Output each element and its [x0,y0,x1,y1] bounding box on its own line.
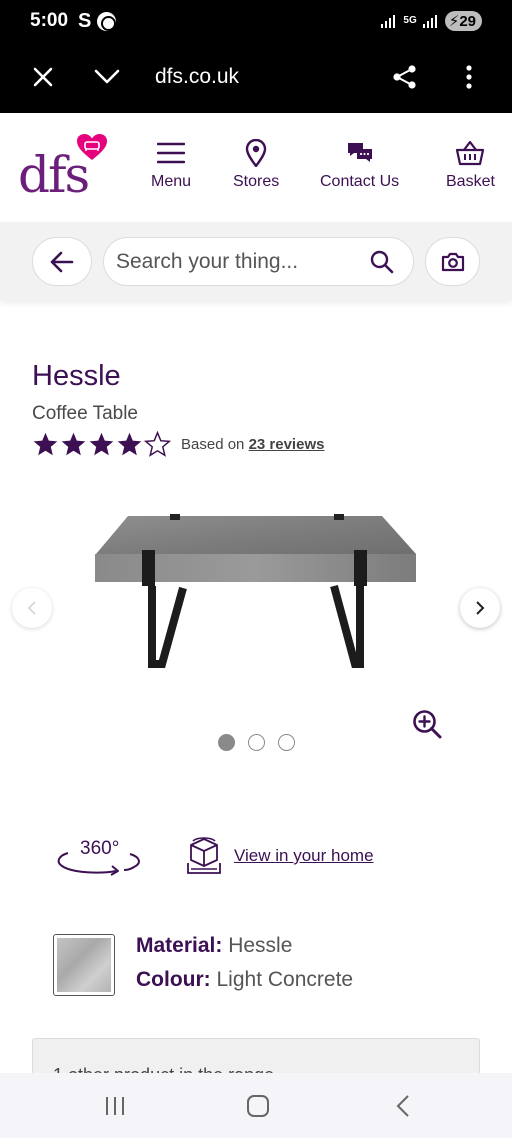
signal-icon [381,14,397,28]
status-bar: 5:00 S 5G ⚡ 29 [0,0,512,42]
home-icon[interactable] [243,1091,273,1121]
share-icon[interactable] [390,62,420,92]
search-icon[interactable] [369,249,395,275]
chevron-down-icon[interactable] [92,62,122,92]
signal-icon-2 [422,14,439,28]
star-filled-icon [89,432,114,456]
gallery-dot-3[interactable] [278,734,295,751]
nav-contact-us-label: Contact Us [320,173,400,190]
material-value: Hessle [228,934,293,957]
network-type: 5G [403,15,417,26]
location-pin-icon [245,137,267,169]
carrier-glyph: S [78,9,92,32]
product-title: Hessle [32,360,121,392]
search-input[interactable] [116,238,366,285]
product-gallery [0,480,512,780]
star-filled-icon [61,432,86,456]
material-label: Material: [136,934,223,957]
gallery-dot-1[interactable] [218,734,235,751]
rating-prefix: Based on [181,436,249,453]
colour-swatch[interactable] [53,934,115,996]
gallery-prev-button[interactable] [12,588,52,628]
site-header: dfs Menu Stores Contact Us Basket [0,113,512,222]
camera-search-button[interactable] [425,237,480,286]
rating-summary: Based on 23 reviews [32,431,324,458]
chevron-left-icon [27,601,36,615]
view-in-your-home-link: View in your home [234,846,374,865]
heart-sofa-icon [77,134,107,160]
star-filled-icon [33,432,58,456]
nav-basket-label: Basket [446,173,495,190]
rating-text: Based on 23 reviews [181,436,324,453]
close-icon[interactable] [28,62,58,92]
recent-apps-icon[interactable] [100,1091,130,1121]
colour-value: Light Concrete [216,968,354,991]
search-box [103,237,414,286]
ar-box-icon [187,837,221,874]
dfs-logo[interactable]: dfs [18,133,110,213]
colour-attribute: Colour: Light Concrete [136,968,353,992]
battery-indicator: ⚡ 29 [444,11,482,31]
view-in-your-home-button[interactable]: View in your home [185,836,374,876]
view-360-label: 360° [80,838,120,859]
nav-stores[interactable]: Stores [233,137,279,191]
swatch-image [57,938,111,992]
reviews-link[interactable]: 23 reviews [249,436,325,453]
view-360-button[interactable]: 360° [54,836,144,884]
chat-icon [346,137,374,169]
star-empty-icon [144,431,171,457]
nav-basket[interactable]: Basket [446,137,495,191]
nav-contact-us[interactable]: Contact Us [320,137,399,191]
search-bar-row [0,222,512,300]
product-subtitle: Coffee Table [32,403,138,424]
star-filled-icon [117,432,142,456]
more-options-icon[interactable] [454,62,484,92]
arrow-left-icon [50,251,74,272]
basket-icon [455,137,485,169]
nav-stores-label: Stores [233,173,280,190]
coffee-table-image [95,514,416,668]
url-text[interactable]: dfs.co.uk [155,62,239,92]
notification-icon [97,11,117,31]
android-navigation-bar [0,1073,512,1138]
material-attribute: Material: Hessle [136,934,292,958]
browser-toolbar: dfs.co.uk [0,42,512,113]
camera-icon [441,252,464,271]
gallery-pagination [218,734,295,751]
nav-menu[interactable]: Menu [151,137,191,191]
back-button[interactable] [32,237,92,286]
battery-level: 29 [459,12,476,30]
back-nav-icon[interactable] [388,1091,418,1121]
chevron-right-icon [476,601,485,615]
nav-menu-label: Menu [151,173,192,190]
status-time: 5:00 [30,10,69,31]
colour-label: Colour: [136,968,211,991]
star-rating [32,431,171,458]
gallery-dot-2[interactable] [248,734,265,751]
zoom-in-icon[interactable] [412,709,442,739]
gallery-next-button[interactable] [460,588,500,628]
menu-icon [157,137,186,169]
